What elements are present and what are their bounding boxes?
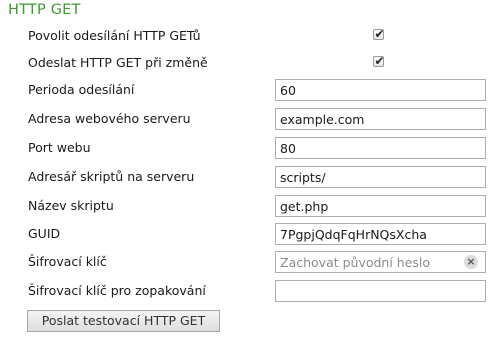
- encryption-key-repeat-label: Šifrovací klíč pro zopakování: [28, 283, 206, 298]
- row-encryption-key-repeat: Šifrovací klíč pro zopakování: [0, 280, 500, 302]
- row-guid: GUID: [0, 223, 500, 245]
- encryption-key-input[interactable]: [275, 251, 486, 273]
- row-port: Port webu: [0, 137, 500, 159]
- send-on-change-label: Odeslat HTTP GET při změně: [28, 55, 208, 70]
- server-address-label: Adresa webového serveru: [28, 111, 191, 126]
- script-dir-input[interactable]: [275, 166, 486, 188]
- send-test-http-get-button[interactable]: Poslat testovací HTTP GET: [27, 310, 220, 332]
- period-input[interactable]: [275, 79, 486, 101]
- period-label: Perioda odesílání: [28, 82, 135, 97]
- section-title: HTTP GET: [8, 2, 81, 18]
- row-script-name: Název skriptu: [0, 195, 500, 217]
- script-name-input[interactable]: [275, 195, 486, 217]
- encryption-key-label: Šifrovací klíč: [28, 254, 107, 269]
- script-dir-label: Adresář skriptů na serveru: [28, 169, 195, 184]
- row-send-on-change: Odeslat HTTP GET při změně ✔: [0, 52, 500, 74]
- row-enable-get: Povolit odesílání HTTP GETů ✔: [0, 25, 500, 47]
- row-script-dir: Adresář skriptů na serveru: [0, 166, 500, 188]
- server-address-input[interactable]: [275, 108, 486, 130]
- row-server-address: Adresa webového serveru: [0, 108, 500, 130]
- enable-get-label: Povolit odesílání HTTP GETů: [28, 28, 201, 43]
- row-period: Perioda odesílání: [0, 79, 500, 101]
- guid-input[interactable]: [275, 223, 486, 245]
- enable-get-checkbox[interactable]: ✔: [373, 27, 385, 41]
- row-encryption-key: Šifrovací klíč ×: [0, 251, 500, 273]
- port-label: Port webu: [28, 140, 91, 155]
- encryption-key-repeat-input[interactable]: [275, 280, 486, 302]
- checkmark-icon: ✔: [374, 54, 385, 68]
- port-input[interactable]: [275, 137, 486, 159]
- send-on-change-checkbox[interactable]: ✔: [373, 54, 385, 68]
- http-get-settings-panel: HTTP GET Povolit odesílání HTTP GETů ✔ O…: [0, 0, 500, 340]
- guid-label: GUID: [28, 226, 61, 241]
- checkmark-icon: ✔: [374, 27, 385, 41]
- script-name-label: Název skriptu: [28, 198, 114, 213]
- clear-icon[interactable]: ×: [464, 255, 478, 269]
